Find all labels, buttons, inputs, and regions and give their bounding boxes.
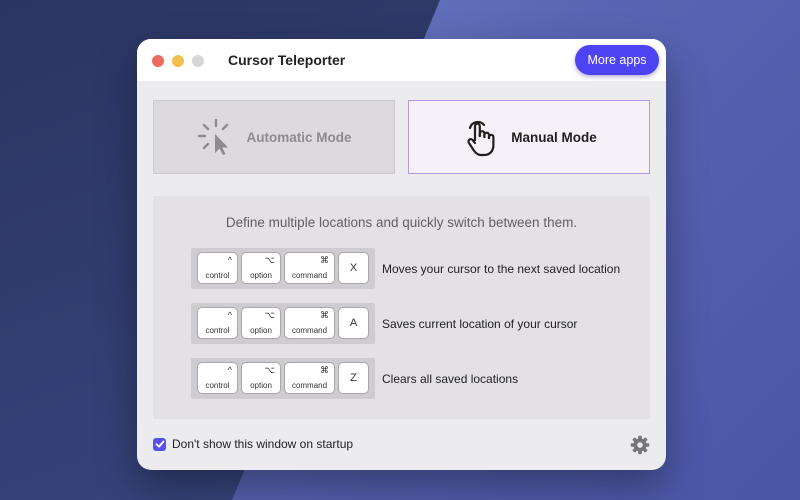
gear-icon[interactable] bbox=[630, 435, 650, 455]
shortcut-row-clear-locations: ^ control ⌥ option ⌘ command Z Clears al… bbox=[191, 358, 518, 399]
close-window-button[interactable] bbox=[152, 55, 164, 67]
cursor-click-icon bbox=[198, 118, 229, 155]
option-label: option bbox=[250, 271, 272, 280]
option-key: ⌥ option bbox=[241, 252, 281, 284]
manual-mode-label: Manual Mode bbox=[511, 129, 597, 145]
option-symbol: ⌥ bbox=[264, 310, 275, 320]
control-label: control bbox=[205, 271, 230, 280]
command-key: ⌘ command bbox=[284, 362, 335, 394]
control-label: control bbox=[205, 326, 230, 335]
manual-mode-button[interactable]: Manual Mode bbox=[408, 100, 650, 174]
option-label: option bbox=[250, 381, 272, 390]
shortcut-description: Clears all saved locations bbox=[382, 371, 519, 386]
shortcuts-panel: Define multiple locations and quickly sw… bbox=[153, 196, 650, 419]
letter-key: X bbox=[338, 252, 369, 284]
app-window: Cursor Teleporter More apps Automatic Mo… bbox=[137, 39, 666, 470]
command-symbol: ⌘ bbox=[320, 365, 329, 375]
key-combination: ^ control ⌥ option ⌘ command Z bbox=[191, 358, 375, 399]
control-symbol: ^ bbox=[227, 365, 232, 375]
automatic-mode-button[interactable]: Automatic Mode bbox=[153, 100, 395, 174]
startup-label: Don't show this window on startup bbox=[172, 437, 354, 451]
minimize-window-button[interactable] bbox=[172, 55, 184, 67]
command-label: command bbox=[291, 381, 328, 390]
hand-tap-icon bbox=[467, 120, 495, 157]
key-combination: ^ control ⌥ option ⌘ command A bbox=[191, 303, 375, 344]
control-key: ^ control bbox=[197, 362, 238, 394]
title-bar: Cursor Teleporter More apps bbox=[137, 39, 666, 81]
window-title: Cursor Teleporter bbox=[228, 52, 346, 68]
option-key: ⌥ option bbox=[241, 362, 281, 394]
letter-label: X bbox=[349, 262, 358, 274]
zoom-window-button[interactable] bbox=[192, 55, 204, 67]
more-apps-button[interactable]: More apps bbox=[575, 45, 659, 75]
checkmark-icon bbox=[155, 440, 164, 448]
command-label: command bbox=[291, 326, 328, 335]
option-symbol: ⌥ bbox=[264, 255, 275, 265]
letter-label: A bbox=[349, 317, 358, 329]
shortcut-row-save-location: ^ control ⌥ option ⌘ command A Saves cur… bbox=[191, 303, 577, 344]
key-combination: ^ control ⌥ option ⌘ command X bbox=[191, 248, 375, 289]
startup-checkbox[interactable] bbox=[153, 437, 166, 451]
control-key: ^ control bbox=[197, 307, 238, 339]
option-symbol: ⌥ bbox=[264, 365, 275, 375]
command-symbol: ⌘ bbox=[320, 310, 329, 320]
command-symbol: ⌘ bbox=[320, 255, 329, 265]
automatic-mode-label: Automatic Mode bbox=[246, 129, 352, 145]
letter-key: Z bbox=[338, 362, 369, 394]
shortcut-row-next-location: ^ control ⌥ option ⌘ command X Moves you… bbox=[191, 248, 620, 289]
option-key: ⌥ option bbox=[241, 307, 281, 339]
option-label: option bbox=[250, 326, 272, 335]
letter-label: Z bbox=[350, 372, 357, 384]
control-label: control bbox=[205, 381, 230, 390]
letter-key: A bbox=[338, 307, 369, 339]
command-key: ⌘ command bbox=[284, 307, 335, 339]
shortcut-description: Moves your cursor to the next saved loca… bbox=[382, 261, 621, 276]
control-symbol: ^ bbox=[227, 310, 232, 320]
control-symbol: ^ bbox=[227, 255, 232, 265]
panel-description: Define multiple locations and quickly sw… bbox=[225, 215, 578, 230]
command-label: command bbox=[291, 271, 328, 280]
startup-option[interactable]: Don't show this window on startup bbox=[153, 437, 353, 451]
control-key: ^ control bbox=[197, 252, 238, 284]
shortcut-description: Saves current location of your cursor bbox=[382, 316, 578, 331]
command-key: ⌘ command bbox=[284, 252, 335, 284]
